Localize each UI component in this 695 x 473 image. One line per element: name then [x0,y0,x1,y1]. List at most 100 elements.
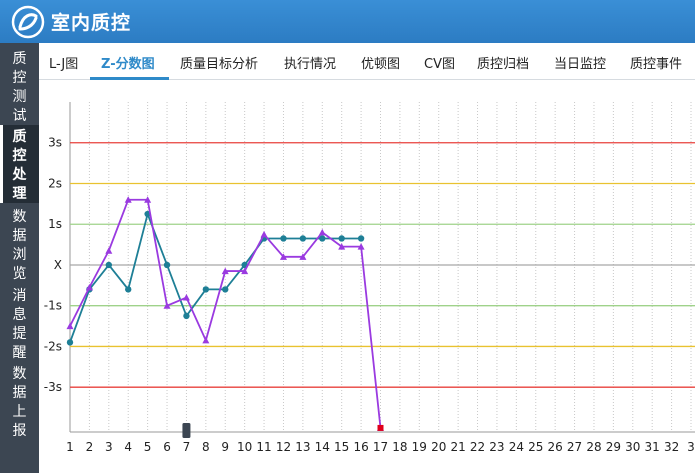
sidebar-item-message-reminder[interactable]: 消息提醒 [0,283,39,361]
sidebar-item-data-report[interactable]: 数据上报 [0,361,39,441]
tab-cv-chart[interactable]: CV图 [424,53,455,72]
app-title: 室内质控 [51,12,132,34]
x-tick-label: 30 [625,440,640,454]
y-tick-label: X [54,258,62,272]
sidebar-item-label: 质控处理 [0,128,39,204]
series-2-point [66,322,74,330]
y-tick-label: -2s [44,339,62,353]
sidebar-char: 处 [12,167,27,183]
sidebar-char: 息 [12,307,27,323]
x-tick-label: 20 [431,440,446,454]
x-tick-label: 6 [163,440,171,454]
x-tick-label: 12 [276,440,291,454]
tab-lj-chart[interactable]: L-J图 [49,53,78,72]
sidebar-char: 测 [12,89,27,105]
tab-execution-status[interactable]: 执行情况 [284,53,336,72]
x-tick-label: 13 [295,440,310,454]
x-tick-label: 16 [353,440,368,454]
x-tick-label: 21 [450,440,465,454]
sidebar-item-label: 质控测试 [0,50,39,126]
sidebar-char: 理 [12,186,27,202]
series-1-point [299,235,307,242]
series-2-point [202,336,210,344]
sidebar-char: 数 [12,366,27,382]
sidebar-char: 控 [12,148,27,164]
sidebar-char: 质 [12,51,27,67]
y-tick-label: -3s [44,380,62,394]
sidebar-char: 试 [12,108,27,124]
x-tick-label: 8 [202,440,210,454]
sidebar-item-label: 数据上报 [0,365,39,441]
sidebar-char: 浏 [12,247,27,263]
sidebar-char: 报 [12,423,27,439]
sidebar-item-quality-processing[interactable]: 质控处理 [0,125,39,203]
series-2-point [318,228,326,236]
sidebar-char: 览 [12,266,27,282]
tab-quality-archive[interactable]: 质控归档 [477,53,529,72]
x-tick-label: 14 [315,440,330,454]
tab-youden-chart[interactable]: 优顿图 [361,53,400,72]
series-1-point [338,235,345,242]
x-tick-label: 3 [105,440,113,454]
x-tick-label: 24 [509,440,524,454]
series-1-point [357,235,365,242]
x-tick-label: 32 [664,440,679,454]
sidebar-item-label: 数据浏览 [0,208,39,284]
sidebar-char: 提 [12,326,27,342]
sidebar-char: 消 [12,288,27,304]
y-tick-label: 2s [48,176,62,190]
x-tick-label: 22 [470,440,485,454]
x-tick-label: 9 [221,440,229,454]
x-tick-label: 4 [124,440,132,454]
x-tick-label: 17 [373,440,388,454]
x-tick-label: 29 [606,440,621,454]
tab-quality-events[interactable]: 质控事件 [630,53,682,72]
z-score-chart: 3s2s1sX-1s-2s-3s1 2 3 4 5 6 7 8 9 10 11 12 13 14 15 16 1… [44,102,695,454]
series-2-point [260,230,268,238]
y-tick-label: -1s [44,299,62,313]
app-logo-icon [11,5,45,38]
series-2-point [105,247,113,254]
out-of-control-point [377,424,384,431]
sidebar-char: 据 [12,228,27,244]
tab-z-score-chart[interactable]: Z-分数图 [101,53,155,72]
sidebar-item-label: 消息提醒 [0,287,39,363]
x-tick-label: 10 [237,440,252,454]
x-tick-label: 5 [144,440,152,454]
y-tick-label: 3s [48,136,62,150]
tab-daily-monitor[interactable]: 当日监控 [554,53,606,72]
x-tick-label: 18 [392,440,407,454]
series-1-point [66,339,74,346]
sidebar-char: 上 [12,404,27,420]
sidebar-char: 质 [12,129,27,145]
y-tick-label: 1s [48,217,62,231]
x-tick-label: 27 [567,440,582,454]
sidebar-item-data-browse[interactable]: 数据浏览 [0,205,39,283]
app-header: 室内质控 [0,0,695,43]
series-1-point [183,312,190,320]
sidebar-item-quality-test[interactable]: 质控测试 [0,49,39,127]
tab-bar: L-J图 Z-分数图 质量目标分析 执行情况 优顿图 CV图 质控归档 当日监控… [39,43,695,80]
x-tick-label: 1 [66,440,74,454]
selection-marker [182,423,191,438]
sidebar: 质控测试 质控处理 数据浏览 消息提醒 数据上报 [0,43,39,473]
x-tick-label: 11 [256,440,271,454]
series-1-point [105,261,113,269]
x-tick-label: 7 [183,440,191,454]
tab-quality-goal-analysis[interactable]: 质量目标分析 [180,53,258,72]
sidebar-char: 控 [12,70,27,86]
series-1-point [202,286,210,293]
series-1-point [163,261,171,269]
x-tick-label: 15 [334,440,349,454]
series-1-point [222,286,229,293]
x-tick-label: 23 [489,440,504,454]
x-tick-label: 25 [528,440,543,454]
x-tick-label: 19 [412,440,427,454]
z-score-chart-area: 3s 2s 1s X -1s -2s -3s 1 2 3 4 5 6 7 8 9 10 11 12 13 14 15 16 1… [39,80,695,473]
sidebar-char: 据 [12,385,27,401]
series-line-1 [69,211,362,343]
x-tick-label: 2 [86,440,94,454]
x-tick-label: 3 [687,440,695,454]
x-tick-label: 26 [548,440,563,454]
series-1-point [125,286,132,293]
